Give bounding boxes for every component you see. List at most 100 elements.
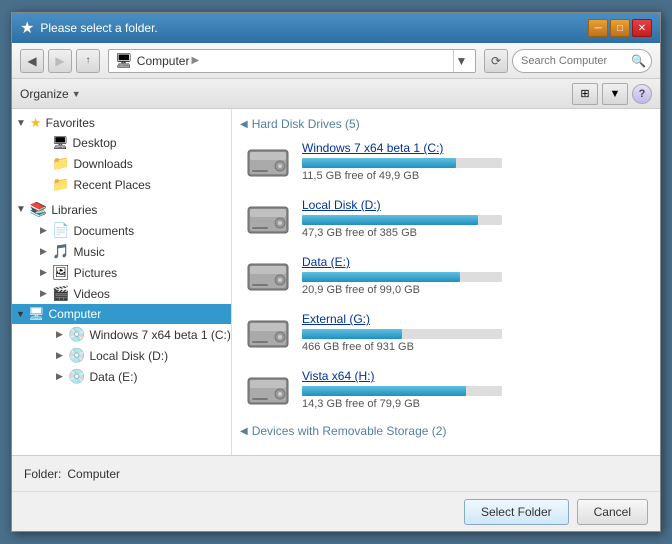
drive-size: 20,9 GB free of 99,0 GB (302, 284, 648, 296)
dialog-window: ★ Please select a folder. ─ □ ✕ ◀ ▶ ↑ 🖥 … (11, 12, 661, 532)
sidebar-item-documents[interactable]: ▶ 📄 Documents (12, 220, 231, 241)
drive-item[interactable]: Local Disk (D:) 47,3 GB free of 385 GB (240, 196, 652, 241)
music-icon: 🎵 (52, 243, 69, 260)
forward-button[interactable]: ▶ (48, 49, 72, 73)
drive-bar-bg (302, 272, 502, 282)
drive-name: Windows 7 x64 beta 1 (C:) (302, 141, 648, 155)
drive-info: Data (E:) 20,9 GB free of 99,0 GB (302, 255, 648, 296)
up-button[interactable]: ↑ (76, 49, 100, 73)
music-expand-icon: ▶ (40, 246, 52, 257)
drive-name: Local Disk (D:) (302, 198, 648, 212)
bottom-bar: Folder: Computer (12, 455, 660, 491)
documents-icon: 📄 (52, 222, 69, 239)
toolbar: ◀ ▶ ↑ 🖥 Computer ▶ ▼ ⟳ 🔍 (12, 43, 660, 79)
sidebar-item-win7[interactable]: ▶ 💿 Windows 7 x64 beta 1 (C:) (12, 324, 231, 345)
drive-item[interactable]: External (G:) 466 GB free of 931 GB (240, 310, 652, 355)
hard-disk-title-text: Hard Disk Drives (5) (252, 117, 360, 131)
drive-item[interactable]: Data (E:) 20,9 GB free of 99,0 GB (240, 253, 652, 298)
computer-label: Computer (49, 307, 102, 321)
desktop-label: Desktop (73, 136, 117, 150)
sidebar-item-computer[interactable]: ▼ 🖥 Computer (12, 304, 231, 324)
devices-arrow-icon: ◀ (240, 426, 248, 437)
drive-bar-bg (302, 215, 502, 225)
sidebar-item-videos[interactable]: ▶ 🎬 Videos (12, 283, 231, 304)
view-button[interactable]: ⊞ (572, 83, 598, 105)
win7-expand-icon: ▶ (56, 329, 68, 340)
help-button[interactable]: ? (632, 84, 652, 104)
drive-info: External (G:) 466 GB free of 931 GB (302, 312, 648, 353)
title-bar: ★ Please select a folder. ─ □ ✕ (12, 13, 660, 43)
videos-icon: 🎬 (52, 285, 69, 302)
videos-label: Videos (73, 287, 109, 301)
drive-info: Vista x64 (H:) 14,3 GB free of 79,9 GB (302, 369, 648, 410)
sidebar-item-music[interactable]: ▶ 🎵 Music (12, 241, 231, 262)
drive-item[interactable]: Vista x64 (H:) 14,3 GB free of 79,9 GB (240, 367, 652, 412)
folder-label: Folder: (24, 467, 61, 481)
breadcrumb-label: Computer (137, 54, 190, 68)
refresh-button[interactable]: ⟳ (484, 49, 508, 73)
title-text: Please select a folder. (40, 21, 157, 35)
main-content: ▼ ★ Favorites 🖥 Desktop 📁 Downloads 📁 Re… (12, 109, 660, 455)
title-icon: ★ (20, 18, 34, 38)
drive-name: Data (E:) (302, 255, 648, 269)
hard-disk-arrow-icon: ◀ (240, 119, 248, 130)
drive-info: Local Disk (D:) 47,3 GB free of 385 GB (302, 198, 648, 239)
drive-size: 47,3 GB free of 385 GB (302, 227, 648, 239)
organize-arrow-icon: ▼ (72, 89, 81, 99)
drive-item[interactable]: Windows 7 x64 beta 1 (C:) 11,5 GB free o… (240, 139, 652, 184)
back-button[interactable]: ◀ (20, 49, 44, 73)
drive-bar-fill (302, 158, 456, 168)
title-bar-buttons: ─ □ ✕ (588, 19, 652, 37)
folder-value: Computer (67, 467, 120, 481)
breadcrumb-bar[interactable]: 🖥 Computer ▶ ▼ (108, 49, 476, 73)
cancel-button[interactable]: Cancel (577, 499, 648, 525)
favorites-icon: ★ (30, 115, 42, 131)
win7-label: Windows 7 x64 beta 1 (C:) (89, 328, 230, 342)
datae-icon: 💿 (68, 368, 85, 385)
breadcrumb-dropdown[interactable]: ▼ (453, 50, 469, 72)
drive-icon (244, 313, 292, 353)
win7-icon: 💿 (68, 326, 85, 343)
libraries-icon: 📚 (30, 201, 47, 218)
sidebar-item-locald[interactable]: ▶ 💿 Local Disk (D:) (12, 345, 231, 366)
buttons-bar: Select Folder Cancel (12, 491, 660, 531)
drive-name: External (G:) (302, 312, 648, 326)
pictures-expand-icon: ▶ (40, 267, 52, 278)
drive-icon (244, 256, 292, 296)
locald-label: Local Disk (D:) (89, 349, 168, 363)
sidebar-item-downloads[interactable]: 📁 Downloads (12, 153, 231, 174)
view-options-button[interactable]: ▼ (602, 83, 628, 105)
minimize-button[interactable]: ─ (588, 19, 608, 37)
organize-bar: Organize ▼ ⊞ ▼ ? (12, 79, 660, 109)
computer-icon: 🖥 (28, 306, 45, 322)
documents-label: Documents (73, 224, 134, 238)
close-button[interactable]: ✕ (632, 19, 652, 37)
maximize-button[interactable]: □ (610, 19, 630, 37)
drive-bar-fill (302, 215, 478, 225)
drive-size: 466 GB free of 931 GB (302, 341, 648, 353)
locald-icon: 💿 (68, 347, 85, 364)
videos-expand-icon: ▶ (40, 288, 52, 299)
organize-button[interactable]: Organize ▼ (20, 87, 81, 101)
hard-disk-title: ◀ Hard Disk Drives (5) (240, 117, 652, 131)
sidebar-item-desktop[interactable]: 🖥 Desktop (12, 133, 231, 153)
sidebar-item-recent[interactable]: 📁 Recent Places (12, 174, 231, 195)
libraries-section[interactable]: ▼ 📚 Libraries (12, 195, 231, 220)
libraries-expand-icon: ▼ (16, 204, 26, 215)
select-folder-button[interactable]: Select Folder (464, 499, 569, 525)
computer-breadcrumb-icon: 🖥 (115, 52, 133, 69)
pictures-icon: 🖼 (52, 264, 70, 281)
drive-size: 14,3 GB free of 79,9 GB (302, 398, 648, 410)
devices-title-text: Devices with Removable Storage (2) (252, 424, 447, 438)
drive-icon (244, 370, 292, 410)
desktop-icon: 🖥 (52, 135, 69, 151)
organize-label: Organize (20, 87, 69, 101)
drive-bar-bg (302, 329, 502, 339)
favorites-label: Favorites (46, 116, 95, 130)
sidebar-item-datae[interactable]: ▶ 💿 Data (E:) (12, 366, 231, 387)
search-icon: 🔍 (631, 54, 646, 68)
favorites-section[interactable]: ▼ ★ Favorites (12, 109, 231, 133)
drive-bar-fill (302, 329, 402, 339)
datae-label: Data (E:) (89, 370, 137, 384)
sidebar-item-pictures[interactable]: ▶ 🖼 Pictures (12, 262, 231, 283)
